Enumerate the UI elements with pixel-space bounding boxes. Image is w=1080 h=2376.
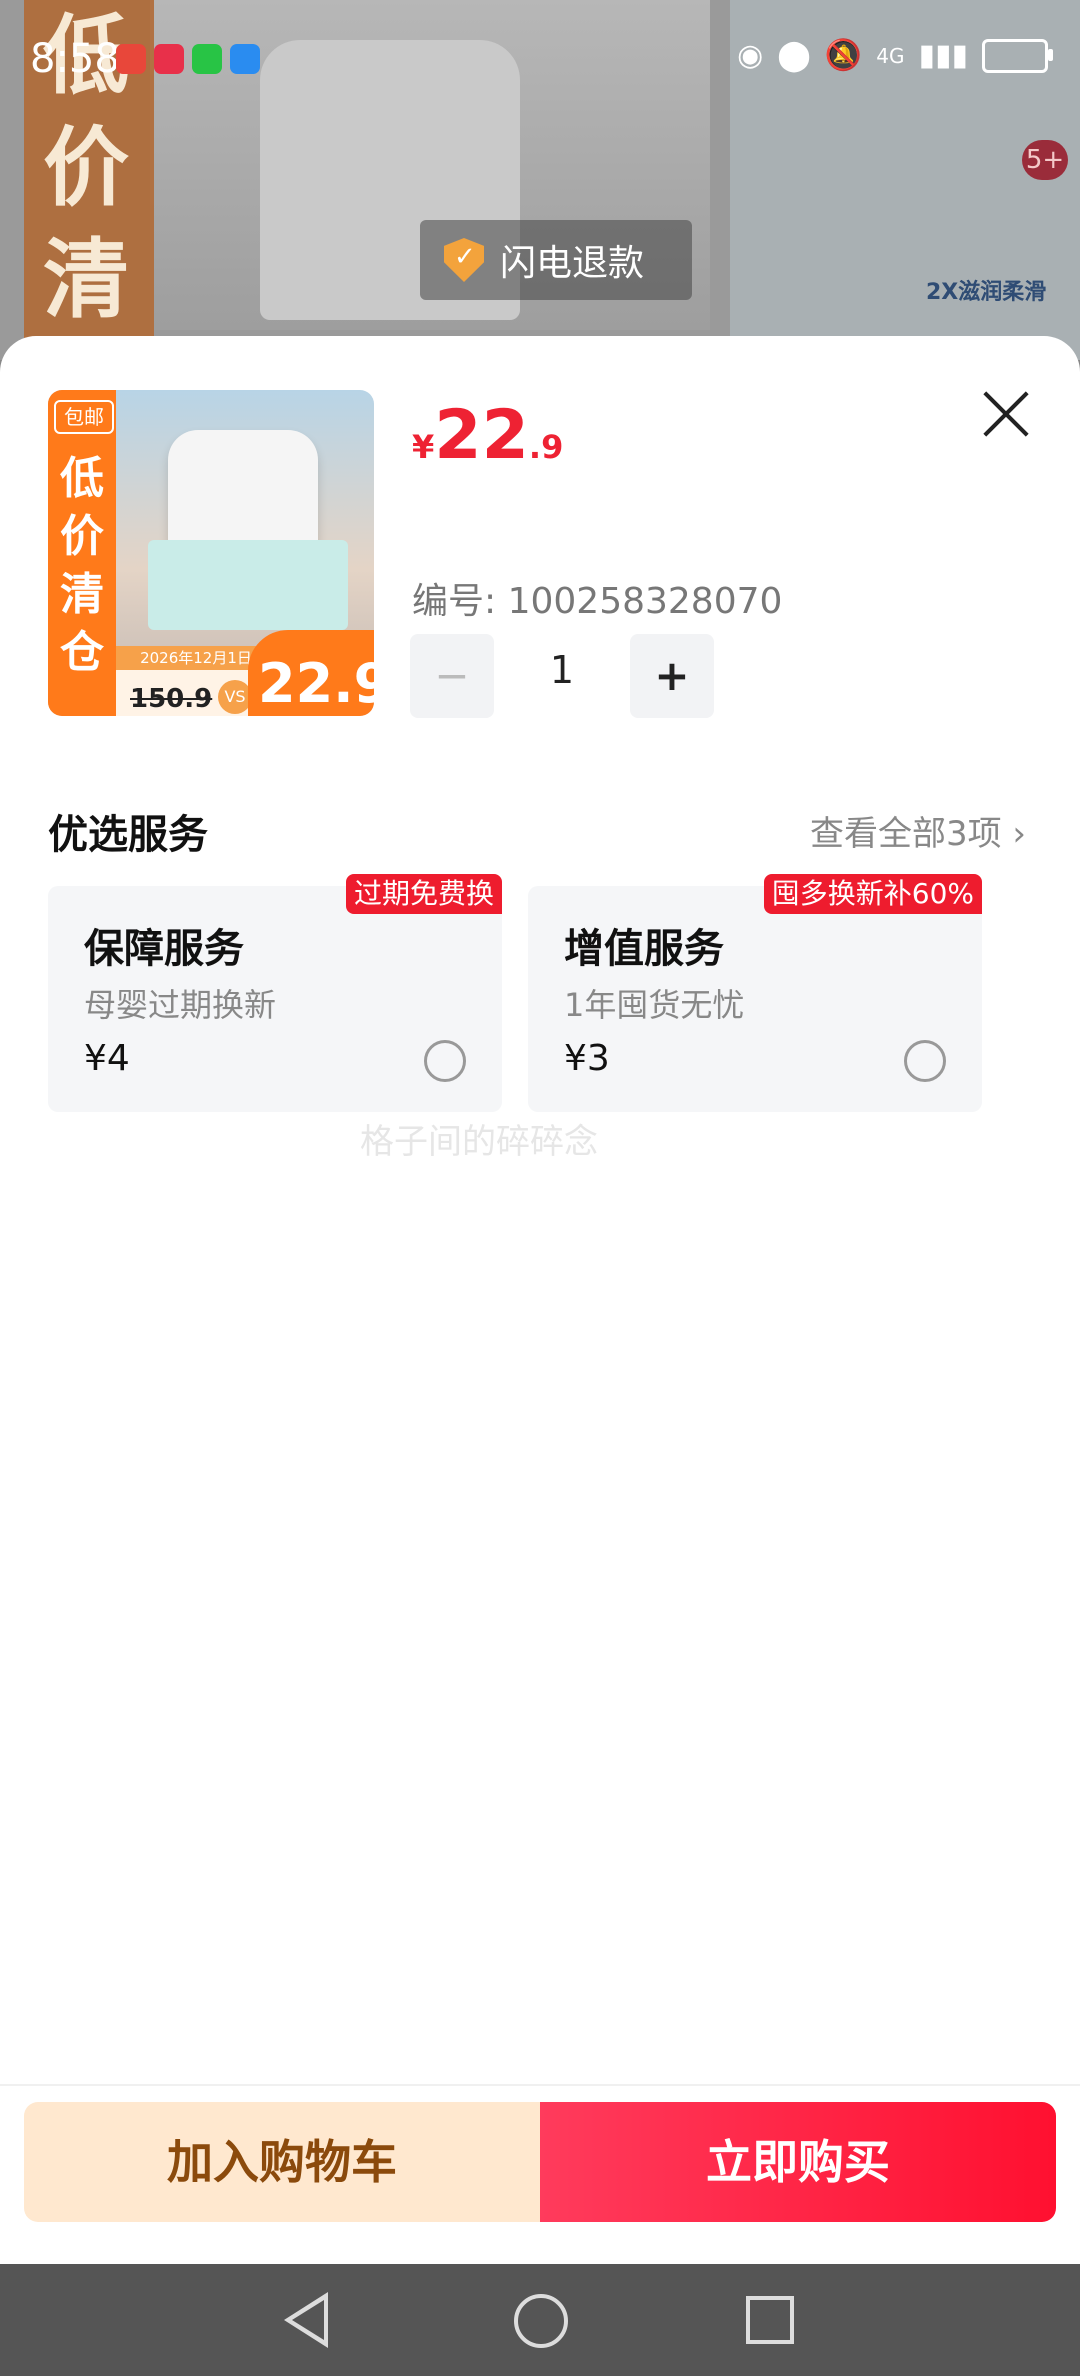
status-icons: ◉ ⬤ 🔕 4G ▮▮▮: [737, 38, 1053, 73]
message-icon: [230, 44, 260, 74]
signal-icon: ▮▮▮: [918, 38, 968, 73]
buy-now-button[interactable]: 立即购买: [540, 2102, 1056, 2222]
service-price: ¥4: [84, 1038, 130, 1079]
background-slogan: 2X滋润柔滑: [926, 280, 1047, 305]
price-decimal: .9: [528, 428, 564, 466]
thumbnail-old-price: 150.9: [130, 684, 213, 714]
service-card-value-added[interactable]: 囤多换新补60% 增值服务 1年囤货无忧 ¥3: [528, 874, 982, 1112]
service-promo-tag: 囤多换新补60%: [763, 874, 982, 914]
watermark: 格子间的碎碎念: [360, 1122, 598, 1162]
service-card-protection[interactable]: 过期免费换 保障服务 母婴过期换新 ¥4: [48, 874, 502, 1112]
battery-icon: [982, 38, 1053, 73]
home-icon[interactable]: [514, 2294, 568, 2348]
recent-apps-icon[interactable]: [746, 2296, 794, 2344]
thumbnail-side-text: 低价清仓: [60, 453, 104, 678]
product-box: [148, 540, 348, 630]
network-label: 4G: [876, 43, 905, 68]
flash-refund-label: 闪电退款: [500, 243, 645, 284]
quantity-increase-button[interactable]: +: [630, 634, 714, 718]
service-select-radio[interactable]: [904, 1040, 946, 1082]
price-currency: ¥: [412, 428, 435, 466]
view-all-services-link[interactable]: 查看全部3项 ›: [810, 806, 1026, 855]
close-icon[interactable]: [980, 388, 1032, 440]
service-name: 保障服务: [84, 926, 244, 972]
status-bar: 8:58 ◉ ⬤ 🔕 4G ▮▮▮: [0, 0, 1080, 120]
image-count-badge: 5+: [1022, 140, 1068, 180]
product-thumbnail[interactable]: 包邮 低价清仓 2026年12月1日到期 150.9 VS 22.9: [48, 390, 374, 716]
service-price: ¥3: [564, 1038, 610, 1079]
status-time: 8:58: [30, 36, 120, 82]
mute-icon: 🔕: [824, 38, 863, 73]
flash-refund-banner: 闪电退款: [420, 220, 693, 300]
free-shipping-tag: 包邮: [54, 400, 114, 434]
thumbnail-new-price: 22.9: [258, 652, 374, 715]
eye-icon: ◉: [737, 38, 764, 73]
location-icon: ⬤: [777, 38, 811, 73]
action-bar-divider: [0, 2084, 1080, 2086]
product-price: ¥22.9: [412, 396, 563, 475]
sku-number: 编号: 100258328070: [412, 581, 783, 622]
add-to-cart-button[interactable]: 加入购物车: [24, 2102, 540, 2222]
service-select-radio[interactable]: [424, 1040, 466, 1082]
app-notification-icon: [116, 44, 146, 74]
quantity-value[interactable]: 1: [540, 648, 584, 692]
service-description: 母婴过期换新: [84, 986, 277, 1024]
app-notification-icon: [154, 44, 184, 74]
system-nav-bar: [0, 2264, 1080, 2376]
service-description: 1年囤货无忧: [564, 986, 745, 1024]
sku-selection-sheet: 包邮 低价清仓 2026年12月1日到期 150.9 VS 22.9 ¥22.9…: [0, 336, 1080, 2264]
back-icon[interactable]: [284, 2292, 328, 2348]
quantity-decrease-button[interactable]: −: [410, 634, 494, 718]
service-name: 增值服务: [564, 926, 724, 972]
service-promo-tag: 过期免费换: [345, 874, 502, 914]
services-title: 优选服务: [48, 812, 208, 858]
wechat-icon: [192, 44, 222, 74]
price-integer: 22: [434, 396, 529, 475]
shield-check-icon: [444, 238, 484, 282]
vs-badge: VS: [218, 680, 252, 714]
